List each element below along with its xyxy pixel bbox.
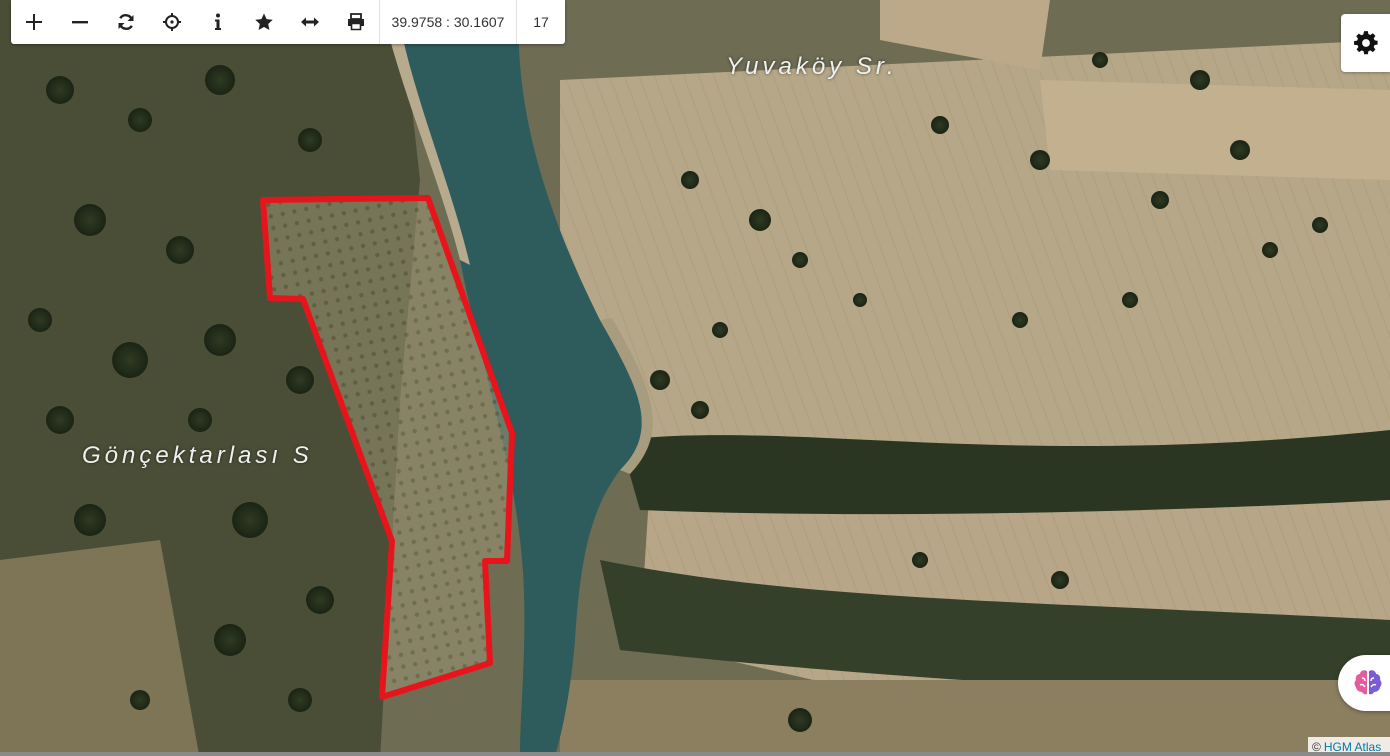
minus-icon — [72, 21, 88, 24]
horizontal-scrollbar[interactable] — [0, 752, 1390, 756]
horizontal-arrows-icon — [301, 17, 319, 27]
place-label-yuvakoy: Yuvaköy Sr. — [726, 53, 898, 80]
favorite-button[interactable] — [241, 0, 287, 44]
brain-icon — [1354, 670, 1382, 695]
info-button[interactable] — [195, 0, 241, 44]
zoom-in-button[interactable] — [11, 0, 57, 44]
bottom-terrain — [560, 680, 1390, 756]
place-label-goncektarlasi: Gönçektarlası S — [82, 442, 313, 469]
measure-button[interactable] — [287, 0, 333, 44]
zoom-level-readout: 17 — [516, 0, 565, 44]
gear-icon — [1353, 31, 1378, 55]
map-toolbar: 39.9758 : 30.1607 17 — [11, 0, 565, 44]
plus-icon — [26, 14, 42, 30]
locate-button[interactable] — [149, 0, 195, 44]
zoom-out-button[interactable] — [57, 0, 103, 44]
satellite-map[interactable] — [0, 0, 1390, 756]
assistant-button[interactable] — [1338, 655, 1390, 711]
printer-icon — [348, 13, 364, 31]
refresh-icon — [118, 14, 134, 30]
coordinate-readout: 39.9758 : 30.1607 — [379, 0, 516, 44]
settings-button[interactable] — [1341, 14, 1390, 72]
print-button[interactable] — [333, 0, 379, 44]
refresh-button[interactable] — [103, 0, 149, 44]
upper-field — [1040, 80, 1390, 180]
star-icon — [255, 13, 273, 30]
crosshair-icon — [163, 13, 181, 31]
info-icon — [215, 13, 221, 30]
